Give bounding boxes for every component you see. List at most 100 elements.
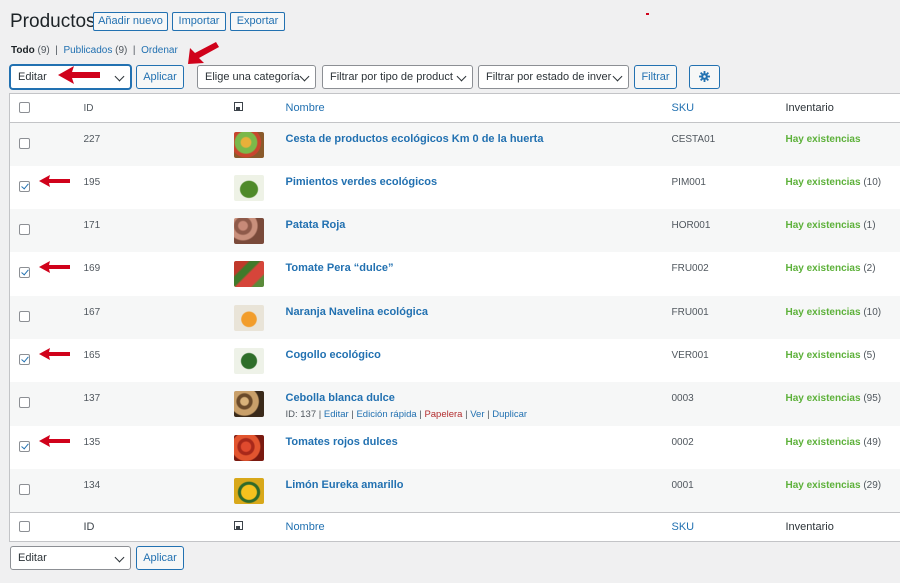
trash-link[interactable]: Papelera bbox=[424, 409, 462, 420]
edit-link[interactable]: Editar bbox=[324, 409, 349, 420]
view-link[interactable]: Ver bbox=[470, 409, 484, 420]
stock-status: Hay existencias bbox=[785, 306, 861, 318]
column-stock: Inventario bbox=[785, 102, 834, 114]
stock-qty: (10) bbox=[863, 306, 882, 318]
product-thumbnail[interactable] bbox=[233, 391, 264, 418]
product-sku: VER001 bbox=[671, 349, 709, 361]
stock-status: Hay existencias bbox=[785, 220, 861, 232]
select-all-checkbox-footer[interactable] bbox=[19, 520, 30, 532]
product-name-link[interactable]: Patata Roja bbox=[286, 219, 346, 231]
duplicate-link[interactable]: Duplicar bbox=[492, 409, 527, 420]
column-sku[interactable]: SKU bbox=[672, 102, 695, 114]
stock-status: Hay existencias bbox=[785, 263, 861, 275]
gear-icon bbox=[699, 71, 710, 82]
table-row: 227 Cesta de productos ecológicos Km 0 d… bbox=[9, 122, 900, 166]
product-sku: PIM001 bbox=[671, 176, 706, 188]
product-thumbnail[interactable] bbox=[233, 434, 264, 461]
page-title: Productos bbox=[10, 11, 96, 32]
row-checkbox[interactable] bbox=[19, 267, 30, 279]
table-row: 134 Limón Eureka amarillo 0001 Hay exist… bbox=[9, 468, 900, 513]
product-type-select[interactable]: Filtrar por tipo de product bbox=[322, 65, 473, 89]
row-checkbox[interactable] bbox=[19, 310, 30, 322]
product-sku: 0002 bbox=[671, 436, 694, 448]
row-checkbox[interactable] bbox=[19, 483, 30, 495]
row-checkbox[interactable] bbox=[19, 397, 30, 409]
select-all-checkbox[interactable] bbox=[19, 102, 30, 113]
stock-status: Hay existencias bbox=[785, 393, 861, 405]
chevron-down-icon bbox=[114, 552, 125, 563]
table-row: 167 Naranja Navelina ecológica FRU001 Ha… bbox=[9, 295, 900, 339]
product-sku: 0003 bbox=[671, 393, 694, 405]
row-checkbox[interactable] bbox=[19, 224, 30, 236]
image-icon bbox=[233, 520, 243, 530]
row-checkbox[interactable] bbox=[19, 440, 30, 452]
table-row: 195 Pimientos verdes ecológicos PIM001 H… bbox=[10, 166, 900, 209]
count-published: (9) bbox=[115, 45, 128, 56]
category-select[interactable]: Elige una categoría bbox=[197, 65, 316, 89]
row-checkbox[interactable] bbox=[19, 180, 30, 192]
product-id: 171 bbox=[83, 220, 101, 232]
stock-status: Hay existencias bbox=[785, 436, 861, 448]
table-header-row: ID Nombre SKU Inventario bbox=[9, 94, 900, 123]
product-thumbnail[interactable] bbox=[233, 218, 264, 245]
product-thumbnail[interactable] bbox=[233, 347, 264, 374]
product-thumbnail[interactable] bbox=[233, 261, 264, 288]
chevron-down-icon bbox=[612, 71, 623, 82]
filter-all[interactable]: Todo bbox=[11, 45, 35, 56]
annotation-arrow bbox=[39, 174, 70, 187]
column-sku-footer[interactable]: SKU bbox=[672, 521, 695, 533]
apply-button-bottom[interactable]: Aplicar bbox=[136, 546, 184, 570]
annotation-arrow bbox=[39, 434, 70, 447]
table-row: 137 Cebolla blanca dulce ID: 137 | Edita… bbox=[9, 382, 900, 426]
column-id-footer[interactable]: ID bbox=[46, 512, 207, 541]
row-checkbox[interactable] bbox=[19, 138, 30, 149]
row-id-label: ID: 137 bbox=[285, 409, 317, 421]
column-id[interactable]: ID bbox=[46, 94, 207, 123]
settings-button[interactable] bbox=[689, 65, 720, 89]
filter-published[interactable]: Publicados bbox=[63, 45, 112, 56]
table-footer-row: ID Nombre SKU Inventario bbox=[9, 512, 900, 541]
product-id: 227 bbox=[83, 134, 101, 145]
filter-button[interactable]: Filtrar bbox=[634, 65, 677, 89]
product-name-link[interactable]: Naranja Navelina ecológica bbox=[286, 306, 428, 318]
red-dot bbox=[646, 13, 649, 15]
export-button[interactable]: Exportar bbox=[230, 12, 285, 31]
product-sku: 0001 bbox=[671, 479, 694, 491]
stock-status-value: Filtrar por estado de inver bbox=[486, 71, 612, 83]
product-thumbnail[interactable] bbox=[233, 132, 264, 158]
stock-status: Hay existencias bbox=[785, 176, 861, 188]
stock-status-select[interactable]: Filtrar por estado de inver bbox=[478, 65, 629, 89]
product-type-value: Filtrar por tipo de product bbox=[330, 71, 453, 83]
product-name-link[interactable]: Tomates rojos dulces bbox=[286, 436, 398, 448]
row-checkbox[interactable] bbox=[19, 353, 30, 365]
stock-status: Hay existencias bbox=[785, 479, 861, 491]
column-name-footer[interactable]: Nombre bbox=[286, 521, 325, 533]
sort-link[interactable]: Ordenar bbox=[141, 45, 178, 56]
annotation-arrow bbox=[58, 66, 100, 84]
product-name-link[interactable]: Limón Eureka amarillo bbox=[286, 479, 404, 491]
apply-button-top[interactable]: Aplicar bbox=[136, 65, 184, 89]
product-thumbnail[interactable] bbox=[233, 174, 264, 201]
stock-qty: (2) bbox=[863, 263, 876, 275]
category-value: Elige una categoría bbox=[205, 71, 300, 83]
bulk-action-value: Editar bbox=[18, 71, 47, 83]
bulk-action-select-bottom[interactable]: Editar bbox=[10, 546, 131, 570]
product-name-link[interactable]: Cesta de productos ecológicos Km 0 de la… bbox=[286, 133, 544, 145]
product-name-link[interactable]: Pimientos verdes ecológicos bbox=[286, 176, 438, 188]
product-name-link[interactable]: Cebolla blanca dulce bbox=[286, 392, 395, 404]
status-filter-links: Todo (9) | Publicados (9) | Ordenar bbox=[11, 45, 178, 56]
product-name-link[interactable]: Cogollo ecológico bbox=[286, 349, 381, 361]
add-new-button[interactable]: Añadir nuevo bbox=[93, 12, 168, 31]
product-thumbnail[interactable] bbox=[233, 304, 264, 331]
stock-qty: (1) bbox=[863, 220, 876, 232]
annotation-arrow bbox=[39, 347, 70, 360]
annotation-arrow bbox=[188, 42, 219, 64]
product-thumbnail[interactable] bbox=[233, 477, 264, 504]
column-name[interactable]: Nombre bbox=[286, 102, 325, 114]
count-all: (9) bbox=[37, 45, 50, 56]
product-name-link[interactable]: Tomate Pera “dulce” bbox=[286, 262, 394, 274]
stock-status: Hay existencias bbox=[785, 349, 861, 361]
quick-edit-link[interactable]: Edición rápida bbox=[356, 409, 416, 420]
product-sku: FRU001 bbox=[671, 306, 709, 318]
import-button[interactable]: Importar bbox=[172, 12, 226, 31]
